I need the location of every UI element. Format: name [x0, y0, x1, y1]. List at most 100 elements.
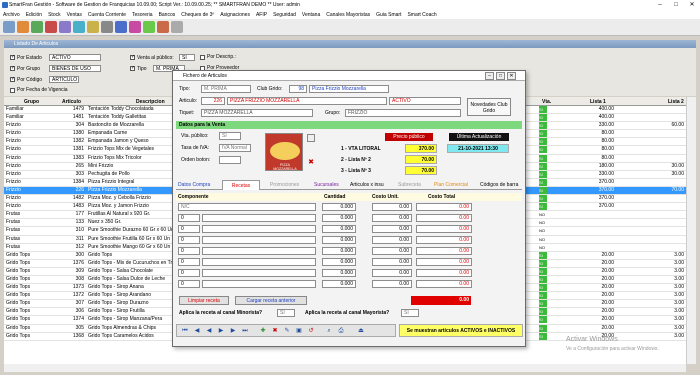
col-vta[interactable]: Vta.	[542, 99, 551, 105]
minimize-icon[interactable]: –	[652, 0, 668, 10]
col-descripcion[interactable]: Descripcion	[136, 99, 165, 105]
grupo-select[interactable]: BIENES DE USO	[49, 65, 101, 72]
tab-promociones[interactable]: Promociones	[268, 180, 301, 190]
next-record-icon[interactable]: ▶	[217, 327, 225, 335]
menu-cheques[interactable]: Cheques de 3º	[178, 12, 217, 18]
componente-desc-field[interactable]	[202, 214, 316, 222]
club-code-field[interactable]: 98	[289, 85, 307, 93]
menu-stock[interactable]: Stock	[45, 12, 64, 18]
filter-icon[interactable]	[87, 21, 99, 33]
aplica-mayorista-select[interactable]: SI	[401, 309, 419, 317]
menu-edicion[interactable]: Edición	[23, 12, 45, 18]
menu-bancos[interactable]: Bancos	[156, 12, 179, 18]
next-page-icon[interactable]: ▶	[229, 327, 237, 335]
articulo-name-field[interactable]: PIZZA FRIZZIO MOZZARELLA	[227, 97, 387, 105]
menu-smart-coach[interactable]: Smart Coach	[404, 12, 439, 18]
add-icon[interactable]: ✚	[259, 327, 267, 335]
maximize-icon[interactable]: □	[668, 0, 684, 10]
componente-select[interactable]: 0	[178, 247, 200, 255]
refresh-icon[interactable]	[101, 21, 113, 33]
menu-canales-mayoristas[interactable]: Canales Mayoristas	[323, 12, 373, 18]
menu-asignaciones[interactable]: Asignaciones	[217, 12, 253, 18]
componente-cant-field[interactable]: 0.000	[322, 280, 356, 288]
componente-desc-field[interactable]	[202, 236, 316, 244]
col-lista2[interactable]: Lista 2	[668, 99, 684, 105]
articulo-code-field[interactable]: 226	[201, 97, 225, 105]
componente-select[interactable]: N/C	[178, 203, 316, 211]
tipo-select[interactable]: M. PRIMA	[201, 85, 251, 93]
menu-seguridad[interactable]: Seguridad	[270, 12, 299, 18]
componente-desc-field[interactable]	[202, 247, 316, 255]
vta-publico-select[interactable]: SI	[219, 132, 241, 140]
save-icon[interactable]	[31, 21, 43, 33]
componente-desc-field[interactable]	[202, 280, 316, 288]
tab-codigos-barra[interactable]: Códigos de barra	[478, 180, 520, 190]
tasa-iva-select[interactable]: IVA Normal	[219, 144, 251, 152]
dialog-minimize-icon[interactable]: –	[485, 72, 494, 80]
componente-select[interactable]: 0	[178, 236, 200, 244]
print-icon[interactable]: ⎙	[337, 327, 345, 335]
componente-cant-field[interactable]: 0.000	[322, 225, 356, 233]
componente-desc-field[interactable]	[202, 258, 316, 266]
componente-cant-field[interactable]: 0.000	[322, 247, 356, 255]
componente-select[interactable]: 0	[178, 280, 200, 288]
grupo-select[interactable]: FRIZZIO	[345, 109, 461, 117]
delete-icon[interactable]: ✖	[271, 327, 279, 335]
descrip-checkbox[interactable]	[200, 54, 205, 60]
folder-icon[interactable]	[307, 134, 315, 142]
tab-articulos-insumo[interactable]: Articulos x insu	[348, 180, 386, 190]
delete-icon[interactable]	[45, 21, 57, 33]
codigo-select[interactable]: ARTICULO	[49, 76, 79, 83]
venta-select[interactable]: SI	[179, 54, 195, 61]
componente-select[interactable]: 0	[178, 269, 200, 277]
prev-page-icon[interactable]: ◀	[193, 327, 201, 335]
price-1-field[interactable]: 370.00	[405, 144, 437, 153]
tab-subreceta[interactable]: Subreceta	[396, 180, 423, 190]
search-icon[interactable]: ⌕	[325, 327, 333, 335]
componente-select[interactable]: 0	[178, 214, 200, 222]
tab-sucursales[interactable]: Sucursales	[312, 180, 341, 190]
col-lista1[interactable]: Lista 1	[590, 99, 606, 105]
novedades-button[interactable]: Novedades Club Grido	[467, 98, 511, 116]
vertical-scrollbar[interactable]	[686, 97, 696, 364]
tab-recetas[interactable]: Recetas	[222, 180, 260, 190]
col-grupo[interactable]: Grupo	[24, 99, 39, 105]
estado-checkbox[interactable]	[10, 54, 15, 60]
tipo-checkbox[interactable]	[130, 65, 135, 71]
edit-icon[interactable]: ✎	[283, 327, 291, 335]
grupo-checkbox[interactable]	[10, 65, 15, 71]
aplica-minorista-select[interactable]: SI	[277, 309, 295, 317]
save-icon[interactable]: ▣	[295, 327, 303, 335]
price-3-field[interactable]: 70.00	[405, 166, 437, 175]
estado-select[interactable]: ACTIVO	[49, 54, 101, 61]
club-name-field[interactable]: Pizza Frizzio Mozzarella	[309, 85, 389, 93]
venta-checkbox[interactable]	[130, 54, 135, 60]
exit-icon[interactable]	[171, 21, 183, 33]
tab-datos-compra[interactable]: Datos Compra	[176, 180, 212, 190]
tab-plan-comercial[interactable]: Plan Comercial	[432, 180, 470, 190]
search-icon[interactable]	[59, 21, 71, 33]
menu-ventas[interactable]: Ventas	[64, 12, 85, 18]
exit-icon[interactable]: ⏏	[357, 327, 365, 335]
prev-record-icon[interactable]: ◀	[205, 327, 213, 335]
new-icon[interactable]	[3, 21, 15, 33]
limpiar-receta-button[interactable]: Limpiar receta	[179, 296, 229, 305]
menu-tesoreria[interactable]: Tesoreria	[129, 12, 156, 18]
componente-cant-field[interactable]: 0.000	[322, 269, 356, 277]
componente-cant-field[interactable]: 0.000	[322, 236, 356, 244]
price-2-field[interactable]: 70.00	[405, 155, 437, 164]
componente-desc-field[interactable]	[202, 225, 316, 233]
last-record-icon[interactable]: ⏭	[241, 327, 249, 335]
componente-desc-field[interactable]	[202, 269, 316, 277]
report-icon[interactable]	[129, 21, 141, 33]
ticket-field[interactable]: PIZZA MOZZARELLA	[201, 109, 313, 117]
menu-archivo[interactable]: Archivo	[0, 12, 23, 18]
estado-select[interactable]: ACTIVO	[389, 97, 461, 105]
menu-ventana[interactable]: Ventana	[299, 12, 323, 18]
open-icon[interactable]	[17, 21, 29, 33]
col-articulo[interactable]: Articulo	[62, 99, 81, 105]
fecha-checkbox[interactable]	[10, 87, 15, 93]
menu-afip[interactable]: AFIP	[253, 12, 270, 18]
orden-field[interactable]	[219, 156, 241, 164]
cargar-receta-button[interactable]: Cargar receta anterior	[235, 296, 307, 305]
